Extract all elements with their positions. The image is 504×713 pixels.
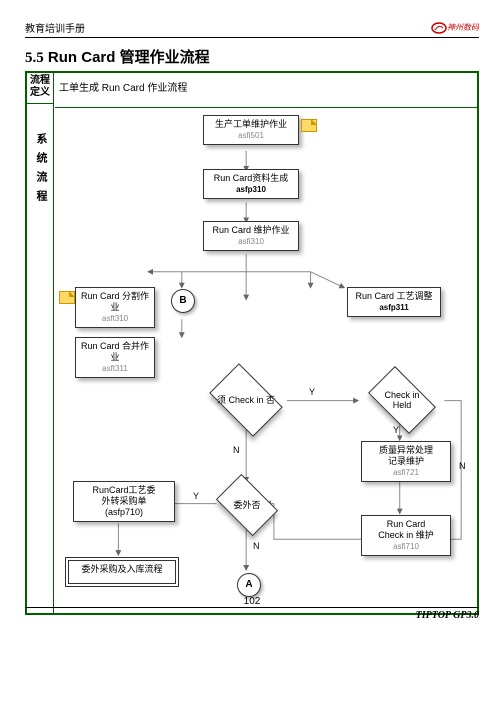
decision-outsource: 委外否 <box>216 474 278 536</box>
canvas: 生产工单维护作业asfi501 Run Card资料生成asfp310 Run … <box>53 101 477 613</box>
label-y: Y <box>393 425 399 435</box>
node-split: Run Card 分割作业asft310 <box>75 287 155 328</box>
note-icon <box>301 119 317 132</box>
node-runcard-maint: Run Card 维护作业asfi310 <box>203 221 299 251</box>
node-merge: Run Card 合并作业asft311 <box>75 337 155 378</box>
label-y: Y <box>193 491 199 501</box>
decision-checkin: 须 Check in 否 <box>209 363 283 437</box>
page-number: 102 <box>0 596 504 607</box>
node-runcard-gen: Run Card资料生成asfp310 <box>203 169 299 199</box>
node-quality: 质量异常处理 记录维护asfi721 <box>361 441 451 482</box>
node-checkin-maint: Run Card Check in 维护asfi710 <box>361 515 451 556</box>
label-n: N <box>253 541 260 551</box>
connector-b: B <box>171 289 195 313</box>
page-header: 教育培训手册 神州数码 <box>25 20 479 38</box>
node-outsource-po: RunCard工艺委 外转采购单(asfp710) <box>73 481 175 522</box>
footer-product: TIPTOP GP3.0 <box>416 610 479 621</box>
label-y: Y <box>309 387 315 397</box>
decision-held: Check in Held <box>368 366 436 434</box>
label-n: N <box>233 445 240 455</box>
header-left: 教育培训手册 <box>25 20 85 35</box>
node-production-order: 生产工单维护作业asfi501 <box>203 115 299 145</box>
node-subprocess: 委外采购及入库流程 <box>65 557 179 587</box>
page-footer: TIPTOP GP3.0 <box>25 607 479 621</box>
node-process-adj: Run Card 工艺调整asfp311 <box>347 287 441 317</box>
note-icon <box>59 291 75 304</box>
sidebar-label: 系统流程 <box>33 133 49 209</box>
flowchart: 流程定义 系统流程 工单生成 Run Card 作业流程 <box>25 71 479 615</box>
sidebar: 流程定义 系统流程 <box>27 73 54 613</box>
connector-a: A <box>237 573 261 597</box>
label-n: N <box>459 461 466 471</box>
sidebar-header: 流程定义 <box>27 73 53 104</box>
section-title: 5.5 Run Card 管理作业流程 <box>25 46 479 67</box>
logo: 神州数码 <box>431 22 479 34</box>
